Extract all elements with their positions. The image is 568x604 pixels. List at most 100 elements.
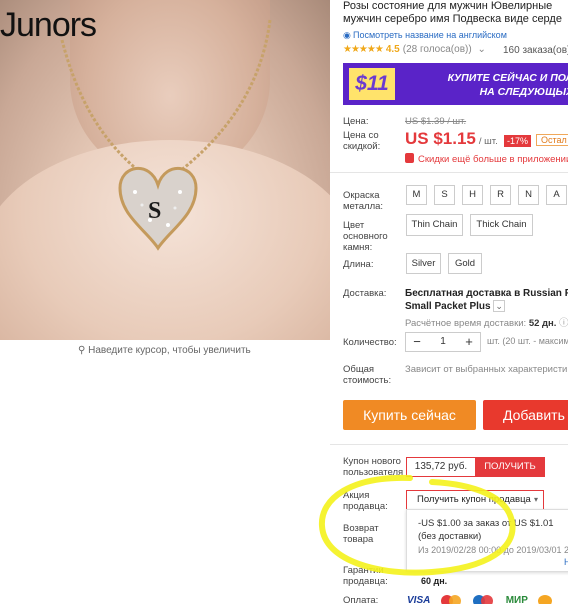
chevron-down-icon[interactable]: ⌄ [493, 300, 505, 312]
promo-banner[interactable]: $11 КУПИТЕ СЕЙЧАС И ПОЛ НА СЛЕДУЮЩЫХ [343, 63, 568, 105]
guarantee-label: Гарантии продавца: [343, 565, 388, 587]
quantity-note: шт. (20 шт. - максим [487, 336, 568, 346]
new-user-coupon-label: Купон нового пользователя [343, 456, 403, 478]
banner-line1: КУПИТЕ СЕЙЧАС И ПОЛ [447, 72, 568, 84]
title-line1: Розы состояние для мужчин Ювелирные [343, 0, 553, 12]
rating-votes: (28 голоса(ов)) [402, 44, 472, 55]
visa-icon: VISA [407, 594, 431, 604]
phone-icon [405, 153, 414, 163]
chevron-down-icon: ⌄ [474, 44, 486, 55]
metal-option-s[interactable]: S [434, 185, 455, 205]
length-label: Длина: [343, 259, 374, 270]
product-title: Розы состояние для мужчин Ювелирные мужч… [343, 0, 568, 26]
product-page: Junors S ⚲ Наведите курсор, чтобы увелич… [0, 0, 568, 604]
delivery-time-value: 52 дн. [528, 318, 557, 329]
globe-icon: ◉ [343, 30, 351, 40]
brand-watermark: Junors [0, 6, 97, 44]
mir-icon: МИР [505, 594, 528, 604]
zoom-hint: ⚲ Наведите курсор, чтобы увеличить [78, 345, 251, 356]
stone-option-thin-chain[interactable]: Thin Chain [406, 214, 463, 236]
coupon-terms[interactable]: -US $1.00 за заказ от US $1.01 [418, 518, 554, 529]
payment-methods: VISA МИР [407, 592, 558, 604]
add-to-cart-button[interactable]: Добавить в [483, 400, 568, 430]
quantity-increase-button[interactable]: + [460, 334, 478, 349]
coupon-label-line1: Купон нового [343, 456, 401, 467]
shipping-method[interactable]: Бесплатная доставка в Russian Fede Small… [405, 288, 568, 313]
quantity-stepper: − 1 + [405, 332, 481, 352]
stone-label-line2: основного [343, 231, 388, 242]
banner-text: КУПИТЕ СЕЙЧАС И ПОЛ НА СЛЕДУЮЩЫХ [443, 71, 568, 99]
current-price-value: US $1.15 [405, 129, 476, 148]
coupon-more-link[interactable]: Н [564, 557, 568, 567]
current-price: US $1.15/ шт. [405, 129, 498, 149]
length-option-silver[interactable]: Silver [406, 253, 441, 274]
seller-promo-line2: продавца: [343, 501, 388, 512]
delivery-time: Расчётное время доставки: 52 дн. ⓘ [405, 315, 568, 329]
metal-label: Окраска металла: [343, 190, 383, 212]
coupon-amount: 135,72 руб. [406, 457, 475, 477]
guarantee-label-line2: продавца: [343, 576, 388, 587]
divider [330, 172, 568, 173]
translate-link[interactable]: Посмотреть название на английском [353, 30, 507, 40]
app-discount-text: Скидки ещё больше в приложении [418, 154, 568, 165]
zoom-hint-text: Наведите курсор, чтобы увеличить [88, 345, 251, 356]
pendant-letter: S [148, 198, 162, 224]
discount-badge: -17% [504, 135, 532, 147]
metal-label-line2: металла: [343, 201, 384, 212]
metal-option-h[interactable]: H [462, 185, 483, 205]
rating[interactable]: ★★★★★ 4.5 (28 голоса(ов)) ⌄ [343, 44, 486, 55]
metal-option-r[interactable]: R [490, 185, 511, 205]
maestro-icon [473, 594, 495, 604]
qiwi-icon [538, 594, 553, 604]
total-label-line1: Общая [343, 364, 375, 375]
rating-stars: ★★★★★ [343, 44, 384, 55]
stone-label: Цвет основного камня: [343, 220, 388, 253]
stone-label-line1: Цвет [343, 220, 365, 231]
total-label-line2: стоимость: [343, 375, 392, 386]
total-note: Зависит от выбранных характеристи [405, 364, 568, 375]
product-image[interactable]: Junors S [0, 0, 330, 340]
time-left-badge: Остал [536, 134, 568, 146]
price-unit: / шт. [478, 136, 498, 147]
stone-label-line3: камня: [343, 242, 373, 253]
return-label-line1: Возврат [343, 523, 379, 534]
coin-icon: $11 [349, 68, 395, 100]
discount-label-line2: скидкой: [343, 141, 381, 152]
seller-promo-label: Акция продавца: [343, 490, 388, 512]
title-line2: мужчин серебро имя Подвеска виде серде [343, 13, 562, 25]
stone-option-thick-chain[interactable]: Thick Chain [470, 214, 533, 236]
payment-label: Оплата: [343, 595, 379, 604]
shipping-line2: Small Packet Plus [405, 301, 491, 312]
metal-option-m[interactable]: M [406, 185, 427, 205]
original-price: US $1.39 / шт. [405, 116, 467, 127]
coupon-label-line2: пользователя [343, 467, 404, 478]
search-icon: ⚲ [78, 345, 89, 356]
seller-coupon-dropdown[interactable]: Получить купон продавца ▾ [406, 490, 544, 510]
quantity-input[interactable]: 1 [428, 336, 458, 347]
guarantee-label-line1: Гарантии [343, 565, 384, 576]
quantity-decrease-button[interactable]: − [408, 334, 426, 349]
seller-promo-line1: Акция [343, 490, 370, 501]
coupon-validity: Из 2019/02/28 00:00 до 2019/03/01 2 [418, 545, 568, 555]
discount-label-line1: Цена со [343, 130, 379, 141]
banner-line2: НА СЛЕДУЮЩЫХ [479, 86, 568, 98]
mastercard-icon [440, 594, 463, 604]
delivery-time-label: Расчётное время доставки: [405, 318, 527, 329]
info-icon[interactable]: ⓘ [559, 318, 568, 329]
discount-price-label: Цена со скидкой: [343, 130, 380, 152]
coupon-terms-note: (без доставки) [418, 531, 482, 542]
length-option-gold[interactable]: Gold [448, 253, 482, 274]
buy-now-button[interactable]: Купить сейчас [343, 400, 476, 430]
return-label: Возврат товара [343, 523, 379, 545]
rating-value: 4.5 [385, 44, 400, 55]
metal-option-a[interactable]: A [546, 185, 567, 205]
total-label: Общая стоимость: [343, 364, 391, 386]
metal-label-line1: Окраска [343, 190, 380, 201]
metal-option-n[interactable]: N [518, 185, 539, 205]
quantity-label: Количество: [343, 337, 397, 348]
app-discount-link[interactable]: Скидки ещё больше в приложении [405, 153, 568, 165]
get-coupon-button[interactable]: ПОЛУЧИТЬ [475, 457, 545, 477]
shipping-label: Доставка: [343, 288, 387, 299]
return-label-line2: товара [343, 534, 374, 545]
necklace-chain [60, 19, 272, 251]
